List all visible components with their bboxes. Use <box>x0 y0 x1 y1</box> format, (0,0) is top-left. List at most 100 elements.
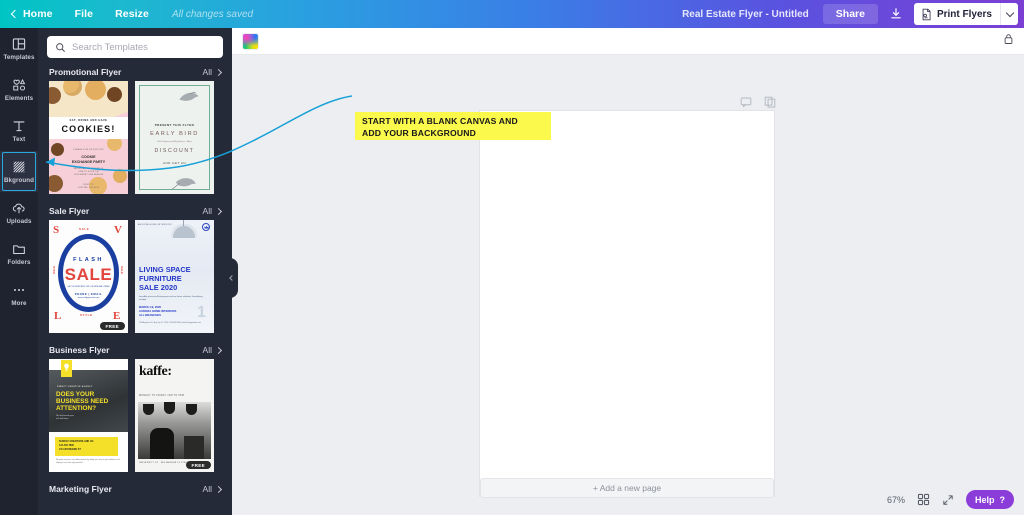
sidebar-item-uploads[interactable]: Uploads <box>0 192 38 233</box>
save-status-label: All changes saved <box>171 8 254 20</box>
print-document-icon <box>922 8 931 20</box>
see-all-business-flyer[interactable]: All <box>202 345 223 355</box>
template-kicker: EAT, DRINK AND HAVE <box>69 119 108 122</box>
help-button[interactable]: Help ? <box>965 490 1014 509</box>
folders-icon <box>13 244 25 254</box>
home-label: Home <box>23 8 53 20</box>
template-sub1: PLEASE JOIN US FOR OUR <box>73 149 104 151</box>
sidebar-label-folders: Folders <box>7 258 31 266</box>
background-icon <box>13 161 25 172</box>
see-all-marketing-flyer[interactable]: All <box>203 484 223 494</box>
search-area <box>38 28 232 64</box>
template-detail3: 1234 SWEET OAK AVENUE <box>73 174 104 176</box>
see-all-promotional-flyer[interactable]: All <box>203 67 223 77</box>
top-menu-bar: Home File Resize All changes saved Real … <box>0 0 1024 28</box>
template-card-flash-sale-flyer[interactable]: S V L E SALE SALE SALE STYLE FLASH SALE … <box>49 220 128 333</box>
template-footer: We pride ourselves on building brands by… <box>56 459 120 464</box>
section-header-marketing-flyer: Marketing Flyer All <box>38 481 232 498</box>
template-kicker: DIRECT CREATIVE AGENCY <box>57 386 93 388</box>
background-color-swatch[interactable] <box>243 33 258 49</box>
sidebar-item-templates[interactable]: Templates <box>0 28 38 69</box>
chevron-left-icon <box>229 275 235 281</box>
help-label: Help <box>974 494 995 505</box>
template-footer2: BIG AVENUE 14 27601 <box>161 462 189 464</box>
search-input[interactable] <box>72 41 215 53</box>
template-grid-sale: S V L E SALE SALE SALE STYLE FLASH SALE … <box>38 220 232 342</box>
panel-collapse-handle[interactable] <box>226 258 238 298</box>
template-card-business-attention-flyer[interactable]: DIRECT CREATIVE AGENCY DOES YOUR BUSINES… <box>49 359 128 472</box>
page-tool-group <box>740 96 776 108</box>
template-headline: SALE <box>64 265 113 284</box>
template-headline: COOKIES! <box>61 124 116 134</box>
section-header-business-flyer: Business Flyer All <box>38 342 232 359</box>
chevron-right-icon <box>214 346 223 354</box>
free-badge: FREE <box>99 322 125 330</box>
question-mark-icon: ? <box>999 494 1006 505</box>
template-sub2: with bold ideas <box>56 418 69 420</box>
template-footer: 1234 Anywhere St., Any City, ST 12345 | … <box>139 322 202 324</box>
lock-page-button[interactable] <box>1003 32 1014 50</box>
see-all-label: All <box>202 206 212 216</box>
template-kicker: AURORA HOME INTERIORS <box>138 224 172 226</box>
download-icon <box>891 8 901 19</box>
template-detail3: ALL BRANCHES <box>139 313 162 317</box>
resize-button[interactable]: Resize <box>104 0 160 28</box>
chevron-down-icon <box>1005 8 1014 17</box>
uploads-icon <box>12 203 25 213</box>
template-box1: SUNDAY CREATIONS AND CO. <box>59 440 95 443</box>
search-icon <box>56 42 65 52</box>
template-kicker: FLASH <box>73 257 104 263</box>
template-card-living-space-furniture-flyer[interactable]: AURORA HOME INTERIORS LIVING SPACE FURNI… <box>135 220 214 333</box>
template-card-cookies-flyer[interactable]: EAT, DRINK AND HAVE COOKIES! PLEASE JOIN… <box>49 81 128 194</box>
templates-panel: Promotional Flyer All EAT, DRINK AND <box>38 28 232 515</box>
sidebar-item-text[interactable]: Text <box>0 110 38 151</box>
template-sub3: AND GET AN <box>162 161 187 165</box>
template-headline: EARLY BIRD <box>150 131 199 137</box>
file-menu-button[interactable]: File <box>64 0 105 28</box>
download-button[interactable] <box>884 4 908 24</box>
chevron-right-icon <box>214 207 223 215</box>
grid-view-icon[interactable] <box>917 493 930 506</box>
share-button[interactable]: Share <box>822 4 878 24</box>
left-tool-rail: Templates Elements Text Bkground Uploads… <box>0 28 38 515</box>
see-all-label: All <box>202 345 212 355</box>
chevron-right-icon <box>214 485 223 493</box>
template-card-early-bird-flyer[interactable]: PRESENT THIS FLYER EARLY BIRD 50% off yo… <box>135 81 214 194</box>
bird-illustration-icon <box>179 92 199 101</box>
sidebar-item-elements[interactable]: Elements <box>0 69 38 110</box>
search-templates-box[interactable] <box>47 36 223 58</box>
template-card-kaffe-flyer[interactable]: kaffe: MONDAY TO FRIDAY 7AM TO 5PM UNIVE… <box>135 359 214 472</box>
sidebar-item-background[interactable]: Bkground <box>0 151 38 192</box>
template-sub3: EXCHANGE PARTY <box>71 160 106 164</box>
print-flyers-label: Print Flyers <box>936 8 992 20</box>
add-new-page-button[interactable]: + Add a new page <box>480 478 774 498</box>
template-sub1: MONDAY TO FRIDAY 7AM TO 5PM <box>139 395 185 397</box>
see-all-sale-flyer[interactable]: All <box>202 206 223 216</box>
template-box3: CO ANYWHERE ST <box>59 448 81 451</box>
chevron-right-icon <box>214 68 223 76</box>
print-flyers-button[interactable]: Print Flyers <box>913 3 1000 25</box>
canvas-page[interactable] <box>480 111 774 496</box>
zoom-controls: 67% Help ? <box>887 490 1014 509</box>
comment-icon[interactable] <box>740 96 752 108</box>
home-button[interactable]: Home <box>0 0 64 28</box>
template-corner-text: SALE <box>79 227 90 231</box>
top-menu-right-group: Real Estate Flyer - Untitled Share Print… <box>682 0 1024 28</box>
zoom-level-label[interactable]: 67% <box>887 495 905 505</box>
template-grid-business: DIRECT CREATIVE AGENCY DOES YOUR BUSINES… <box>38 359 232 481</box>
sidebar-item-folders[interactable]: Folders <box>0 233 38 274</box>
print-options-dropdown[interactable] <box>1000 3 1018 25</box>
pro-crown-icon <box>202 223 210 231</box>
lock-icon <box>1004 34 1013 44</box>
template-sub1: 50% off your next 80 print hrs + More <box>157 141 192 143</box>
editor-workspace: START WITH A BLANK CANVAS AND ADD YOUR B… <box>232 28 1024 515</box>
fullscreen-icon[interactable] <box>942 494 954 506</box>
template-sub1: GET 50 PERCENT OFF ON SPECIAL ITEMS <box>67 286 110 288</box>
template-headline3: SALE 2020 <box>139 283 178 292</box>
sidebar-label-uploads: Uploads <box>6 217 32 225</box>
document-title[interactable]: Real Estate Flyer - Untitled <box>682 9 823 20</box>
section-header-sale-flyer: Sale Flyer All <box>38 203 232 220</box>
duplicate-page-icon[interactable] <box>764 96 776 108</box>
sidebar-item-more[interactable]: More <box>0 274 38 315</box>
more-icon <box>13 288 25 291</box>
